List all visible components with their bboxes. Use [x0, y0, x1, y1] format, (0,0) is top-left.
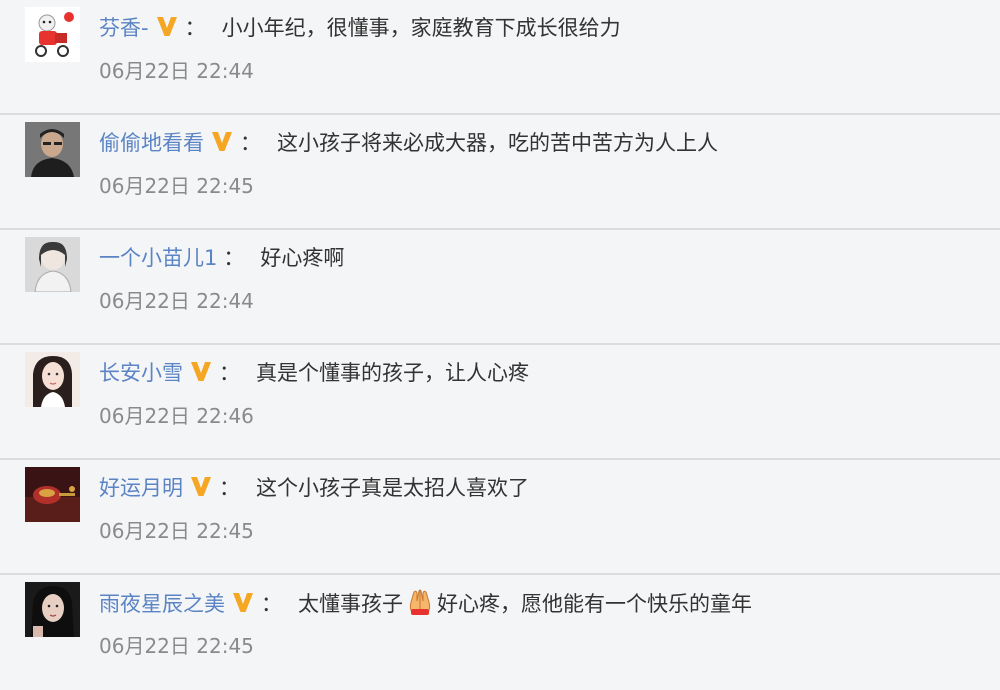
colon-separator: ：	[219, 361, 240, 385]
delivery-cartoon-avatar-icon	[25, 7, 80, 62]
comment-text: 这个小孩子真是太招人喜欢了	[256, 476, 529, 500]
verified-v-icon	[189, 359, 213, 383]
comment-timestamp: 06月22日 22:44	[99, 289, 254, 313]
username-link[interactable]: 好运月明	[99, 476, 183, 500]
verified-v-icon	[231, 590, 255, 614]
woman-dark-portrait-avatar-icon	[25, 582, 80, 637]
username-link[interactable]: 长安小雪	[99, 361, 183, 385]
verified-v-icon	[210, 129, 234, 153]
username-link[interactable]: 芬香-	[99, 16, 149, 40]
user-avatar[interactable]	[25, 237, 80, 292]
comment-item: 芬香- ： 小小年纪，很懂事，家庭教育下成长很给力 06月22日 22:44	[0, 0, 1000, 115]
user-avatar[interactable]	[25, 122, 80, 177]
comment-timestamp: 06月22日 22:45	[99, 634, 254, 658]
colon-separator: ：	[261, 592, 282, 616]
comment-item: 长安小雪 ： 真是个懂事的孩子，让人心疼 06月22日 22:46	[0, 345, 1000, 460]
user-avatar[interactable]	[25, 352, 80, 407]
comment-text: 真是个懂事的孩子，让人心疼	[256, 361, 529, 385]
user-avatar[interactable]	[25, 467, 80, 522]
user-avatar[interactable]	[25, 582, 80, 637]
comment-timestamp: 06月22日 22:46	[99, 404, 254, 428]
verified-v-icon	[155, 14, 179, 38]
red-ornament-avatar-icon	[25, 467, 80, 522]
praying-hands-icon	[405, 587, 435, 617]
colon-separator: ：	[240, 131, 261, 155]
comment-item: 雨夜星辰之美 ： 太懂事孩子 好心疼，愿他能有一个快乐的童年 06月22日 22:45	[0, 575, 1000, 690]
colon-separator: ：	[223, 246, 245, 270]
comment-item: 偷偷地看看 ： 这小孩子将来必成大器，吃的苦中苦方为人上人 06月22日 22:45	[0, 115, 1000, 230]
comment-timestamp: 06月22日 22:45	[99, 519, 254, 543]
comment-text: 这小孩子将来必成大器，吃的苦中苦方为人上人	[277, 131, 718, 155]
comment-list: 芬香- ： 小小年纪，很懂事，家庭教育下成长很给力 06月22日 22:44 偷偷地…	[0, 0, 1000, 666]
comment-text-continued: 好心疼，愿他能有一个快乐的童年	[437, 592, 752, 616]
user-avatar[interactable]	[25, 7, 80, 62]
comment-text: 好心疼啊	[260, 246, 345, 270]
verified-v-icon	[189, 474, 213, 498]
comment-text: 小小年纪，很懂事，家庭教育下成长很给力	[221, 16, 621, 40]
colon-separator: ：	[219, 476, 240, 500]
username-link[interactable]: 一个小苗儿1	[99, 246, 217, 270]
comment-text: 太懂事孩子	[298, 592, 403, 616]
girl-sketch-avatar-icon	[25, 237, 80, 292]
username-link[interactable]: 偷偷地看看	[99, 131, 204, 155]
comment-item: 好运月明 ： 这个小孩子真是太招人喜欢了 06月22日 22:45	[0, 460, 1000, 575]
woman-portrait-avatar-icon	[25, 352, 80, 407]
comment-timestamp: 06月22日 22:44	[99, 59, 254, 83]
colon-separator: ：	[184, 16, 206, 40]
man-portrait-avatar-icon	[25, 122, 80, 177]
username-link[interactable]: 雨夜星辰之美	[99, 592, 225, 616]
comment-timestamp: 06月22日 22:45	[99, 174, 254, 198]
comment-item: 一个小苗儿1： 好心疼啊 06月22日 22:44	[0, 230, 1000, 345]
